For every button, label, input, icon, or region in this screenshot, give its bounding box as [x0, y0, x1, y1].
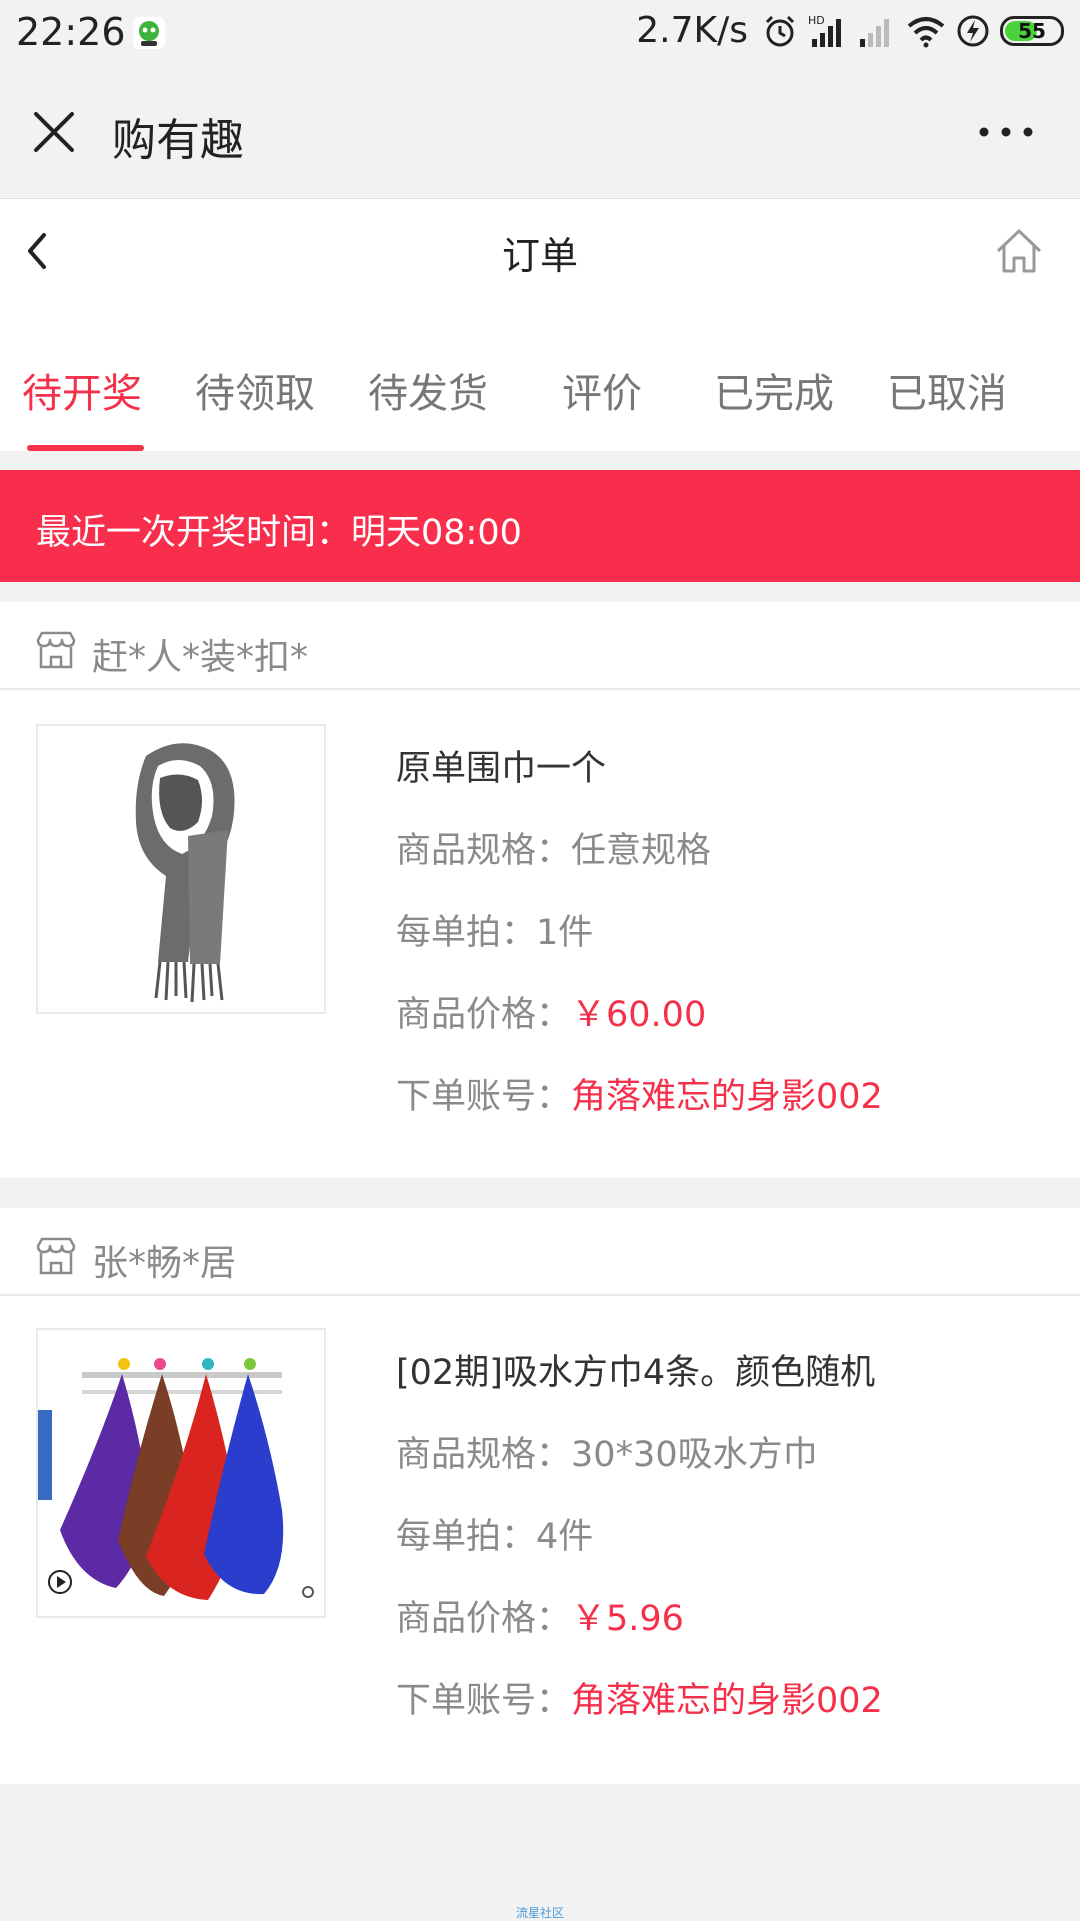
- product-image[interactable]: [36, 1328, 326, 1618]
- alarm-icon: [765, 15, 795, 46]
- tab-pending-shipment[interactable]: 待发货: [368, 361, 488, 419]
- price-label: 商品价格：: [396, 1599, 572, 1639]
- price-value: ￥5.96: [571, 1599, 684, 1639]
- account-label: 下单账号：: [396, 1077, 572, 1117]
- charging-icon: [957, 15, 989, 46]
- towels-image: [38, 1358, 314, 1600]
- price-line: 商品价格：￥60.00: [396, 986, 706, 1037]
- status-bar: 22:26 2.7K/s HD 55: [0, 0, 1080, 66]
- page-header: 订单: [0, 199, 1080, 301]
- draw-time-text: 最近一次开奖时间：明天08:00: [36, 513, 522, 553]
- battery-icon: 55: [1000, 15, 1064, 46]
- spec-value: 任意规格: [571, 831, 712, 871]
- tab-pending-draw[interactable]: 待开奖: [22, 361, 142, 419]
- spec-label: 商品规格：: [396, 1435, 572, 1475]
- quantity-value: 4件: [536, 1517, 594, 1557]
- shop-name: 赶*人*装*扣*: [92, 637, 309, 678]
- quantity-line: 每单拍：4件: [396, 1508, 593, 1559]
- watermark: 流星社区: [515, 1906, 564, 1920]
- price-label: 商品价格：: [396, 995, 572, 1035]
- account-line: 下单账号：角落难忘的身影002: [396, 1672, 883, 1723]
- quantity-label: 每单拍：: [396, 913, 537, 953]
- status-indicators: 2.7K/s HD 55: [636, 10, 1064, 51]
- shop-icon: [36, 631, 76, 669]
- order-card[interactable]: 赶*人*装*扣* 原单围巾一个 商品规格：任意规格 每单拍：1件 商品价格：￥6…: [0, 602, 1080, 1178]
- quantity-label: 每单拍：: [396, 1517, 537, 1557]
- product-name: [02期]吸水方巾4条。颜色随机: [396, 1353, 876, 1393]
- price-value: ￥60.00: [571, 995, 707, 1035]
- account-value: 角落难忘的身影002: [571, 1077, 883, 1117]
- quantity-value: 1件: [536, 913, 594, 953]
- price-line: 商品价格：￥5.96: [396, 1590, 684, 1641]
- spec-label: 商品规格：: [396, 831, 572, 871]
- account-value: 角落难忘的身影002: [571, 1681, 883, 1721]
- home-icon[interactable]: [994, 227, 1044, 275]
- page-title: 订单: [501, 234, 578, 278]
- close-icon[interactable]: [30, 108, 78, 156]
- quantity-line: 每单拍：1件: [396, 904, 593, 955]
- shop-row[interactable]: 赶*人*装*扣*: [0, 602, 1080, 690]
- miniprogram-bar: 购有趣: [0, 66, 1080, 199]
- active-tab-indicator: [27, 445, 144, 451]
- more-icon[interactable]: [976, 114, 1036, 150]
- order-tabs: 待开奖 待领取 待发货 评价 已完成 已取消: [0, 301, 1080, 451]
- tab-cancelled[interactable]: 已取消: [887, 361, 1007, 419]
- order-card[interactable]: 张*畅*居 [02期]吸水方巾4条。颜色随机 商品规格：30*30吸水方巾 每单…: [0, 1208, 1080, 1784]
- tab-pending-claim[interactable]: 待领取: [195, 361, 315, 419]
- tab-review[interactable]: 评价: [562, 361, 642, 419]
- svg-text:HD: HD: [808, 14, 825, 27]
- shop-name: 张*畅*居: [92, 1243, 237, 1284]
- shop-icon: [36, 1237, 76, 1275]
- app-notification-icon: [133, 17, 165, 49]
- shop-row[interactable]: 张*畅*居: [0, 1208, 1080, 1296]
- tab-completed[interactable]: 已完成: [714, 361, 834, 419]
- spec-line: 商品规格：任意规格: [396, 822, 711, 873]
- miniprogram-title: 购有趣: [112, 115, 244, 166]
- spec-value: 30*30吸水方巾: [571, 1435, 818, 1475]
- account-line: 下单账号：角落难忘的身影002: [396, 1068, 883, 1119]
- account-label: 下单账号：: [396, 1681, 572, 1721]
- signal-icon: [860, 18, 889, 47]
- scarf-image: [135, 743, 235, 1003]
- product-image[interactable]: [36, 724, 326, 1014]
- draw-time-banner: 最近一次开奖时间：明天08:00: [0, 470, 1080, 582]
- product-name: 原单围巾一个: [396, 749, 607, 789]
- net-speed: 2.7K/s: [636, 10, 748, 51]
- hd-signal-icon: HD: [808, 14, 841, 47]
- status-time: 22:26: [16, 10, 126, 54]
- wifi-icon: [907, 16, 945, 47]
- spec-line: 商品规格：30*30吸水方巾: [396, 1426, 818, 1477]
- battery-text: 55: [1018, 18, 1046, 43]
